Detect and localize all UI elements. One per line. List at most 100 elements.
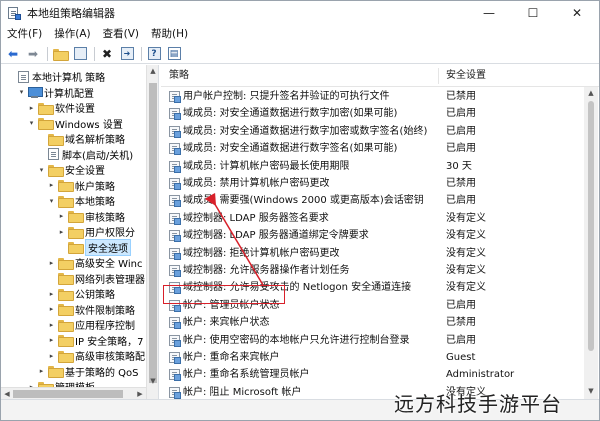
collapse-arrow-icon[interactable]: ▸: [57, 212, 66, 221]
tree-node[interactable]: ▸ 帐户策略: [47, 178, 115, 193]
policy-row[interactable]: 域成员: 禁用计算机帐户密码更改 已禁用: [161, 175, 599, 192]
collapse-arrow-icon[interactable]: ▸: [27, 103, 36, 112]
policy-name: 域成员: 禁用计算机帐户密码更改: [183, 178, 330, 189]
tree-scroll-thumb[interactable]: [149, 83, 157, 383]
tree-node[interactable]: 安全选项: [57, 238, 131, 256]
collapse-arrow-icon[interactable]: ▸: [47, 305, 56, 314]
tree-node[interactable]: ▾ 计算机配置: [17, 85, 94, 100]
policy-row[interactable]: 域控制器: 允许服务器操作者计划任务 没有定义: [161, 262, 599, 279]
folder-icon: [68, 242, 84, 254]
close-button[interactable]: ✕: [555, 1, 599, 25]
collapse-arrow-icon[interactable]: ▸: [47, 336, 56, 345]
tree-node[interactable]: ▸ 基于策略的 QoS: [37, 364, 139, 379]
policy-icon: [169, 230, 181, 243]
up-folder-icon[interactable]: [52, 46, 69, 62]
minimize-icon: —: [483, 6, 495, 20]
scroll-up-icon[interactable]: ▲: [147, 65, 159, 77]
policy-icon: [169, 334, 181, 347]
policy-row[interactable]: 域成员: 对安全通道数据进行数字加密(如果可能) 已启用: [161, 105, 599, 122]
policy-row[interactable]: 帐户: 使用空密码的本地帐户只允许进行控制台登录 已启用: [161, 332, 599, 349]
expand-arrow-icon[interactable]: ▾: [37, 165, 46, 174]
menu-help[interactable]: 帮助(H): [145, 25, 194, 44]
folder-icon: [38, 118, 54, 130]
tree-node[interactable]: ▸ 审核策略: [57, 209, 125, 224]
tree-node-label: 应用程序控制: [75, 321, 135, 332]
tree-node[interactable]: ▸ 公钥策略: [47, 286, 115, 301]
tree-node-label: 公钥策略: [75, 290, 115, 301]
policy-icon: [169, 195, 181, 208]
collapse-arrow-icon[interactable]: ▸: [47, 289, 56, 298]
menu-view[interactable]: 查看(V): [97, 25, 145, 44]
collapse-arrow-icon[interactable]: ▸: [37, 367, 46, 376]
policy-row[interactable]: 帐户: 重命名系统管理员帐户 Administrator: [161, 366, 599, 383]
forward-arrow-icon[interactable]: ➡: [25, 46, 41, 62]
export-list-icon[interactable]: ➜: [119, 46, 135, 62]
show-hide-tree-icon[interactable]: [72, 46, 88, 62]
collapse-arrow-icon[interactable]: ▸: [47, 320, 56, 329]
tree-node[interactable]: ▸ 软件设置: [27, 100, 95, 115]
policy-row[interactable]: 域成员: 对安全通道数据进行数字签名(如果可能) 已启用: [161, 140, 599, 157]
expand-arrow-icon[interactable]: ▾: [27, 119, 36, 128]
tree-node[interactable]: 域名解析策略: [37, 131, 125, 146]
column-header-policy[interactable]: 策略: [169, 65, 189, 87]
expand-arrow-icon[interactable]: ▾: [17, 88, 26, 97]
help-icon[interactable]: ?: [146, 46, 162, 62]
tree-node[interactable]: ▸ IP 安全策略，7: [47, 333, 144, 348]
policy-setting: 30 天: [446, 160, 472, 172]
collapse-arrow-icon[interactable]: ▸: [47, 351, 56, 360]
maximize-button[interactable]: ☐: [511, 1, 555, 25]
tree-hscroll-thumb[interactable]: [13, 390, 123, 398]
policy-list: 策略 安全设置 用户帐户控制: 只提升签名并验证的可执行文件 已禁用 域成员: 对安…: [161, 65, 599, 399]
tree-horizontal-scrollbar[interactable]: ◀ ▶: [1, 387, 146, 399]
column-header-setting[interactable]: 安全设置: [446, 65, 486, 87]
list-scroll-thumb[interactable]: [588, 101, 594, 351]
collapse-arrow-icon[interactable]: ▸: [47, 258, 56, 267]
tree-vertical-scrollbar[interactable]: ▲ ▼: [146, 65, 158, 399]
policy-row[interactable]: 域成员: 需要强(Windows 2000 或更高版本)会话密钥 已启用: [161, 192, 599, 209]
policy-icon: [169, 212, 181, 225]
column-divider[interactable]: [438, 68, 439, 84]
minimize-button[interactable]: —: [467, 1, 511, 25]
list-scroll-down-icon[interactable]: ▼: [584, 385, 598, 397]
properties-icon[interactable]: ▤: [166, 46, 182, 62]
collapse-arrow-icon[interactable]: ▸: [57, 227, 66, 236]
tree-node[interactable]: ▾ Windows 设置: [27, 116, 123, 131]
policy-row[interactable]: 域控制器: LDAP 服务器通道绑定令牌要求 没有定义: [161, 227, 599, 244]
policy-setting: 已禁用: [446, 317, 476, 329]
policy-setting: 已禁用: [446, 91, 476, 102]
policy-row[interactable]: 帐户: 重命名来宾帐户 Guest: [161, 349, 599, 366]
tree-node[interactable]: ▸ 软件限制策略: [47, 302, 135, 317]
tree-node[interactable]: 本地计算机 策略: [7, 69, 105, 84]
tree-node[interactable]: ▾ 安全设置: [37, 162, 105, 177]
policy-row[interactable]: 用户帐户控制: 只提升签名并验证的可执行文件 已禁用: [161, 88, 599, 105]
tree-node[interactable]: ▾ 本地策略: [47, 193, 115, 208]
scroll-down-icon[interactable]: ▼: [147, 375, 159, 387]
menu-file[interactable]: 文件(F): [1, 25, 48, 44]
tree-node-label: 高级审核策略配: [75, 352, 145, 363]
collapse-arrow-icon[interactable]: ▸: [47, 181, 56, 190]
policy-row[interactable]: 帐户: 来宾帐户状态 已禁用: [161, 314, 599, 331]
tree-node[interactable]: ▸ 高级审核策略配: [47, 348, 145, 363]
policy-row[interactable]: 域成员: 计算机帐户密码最长使用期限 30 天: [161, 158, 599, 175]
expand-arrow-icon[interactable]: ▾: [47, 196, 56, 205]
delete-icon[interactable]: ✖: [99, 46, 115, 62]
tree-node[interactable]: ▸ 用户权限分: [57, 224, 135, 239]
tree-node[interactable]: ▸ 高级安全 Winc: [47, 255, 142, 270]
tree-node[interactable]: 脚本(启动/关机): [37, 147, 133, 162]
menu-action[interactable]: 操作(A): [48, 25, 96, 44]
policy-setting: 已启用: [446, 143, 476, 155]
policy-row[interactable]: 域控制器: 拒绝计算机帐户密码更改 没有定义: [161, 245, 599, 262]
tree-node[interactable]: ▸ 应用程序控制: [47, 317, 135, 332]
policy-name: 帐户: 重命名系统管理员帐户: [183, 369, 310, 381]
tree-node[interactable]: 网络列表管理器: [47, 271, 145, 286]
toolbar: ⬅ ➡ ✖ ➜ ? ▤: [1, 44, 599, 64]
policy-name: 域成员: 对安全通道数据进行数字加密或数字签名(始终): [183, 125, 428, 137]
list-vertical-scrollbar[interactable]: ▲ ▼: [584, 87, 598, 399]
policy-row[interactable]: 域控制器: LDAP 服务器签名要求 没有定义: [161, 210, 599, 227]
policy-row[interactable]: 域成员: 对安全通道数据进行数字加密或数字签名(始终) 已启用: [161, 123, 599, 140]
back-arrow-icon[interactable]: ⬅: [5, 46, 21, 62]
window-controls: — ☐ ✕: [467, 1, 599, 25]
list-scroll-up-icon[interactable]: ▲: [584, 87, 598, 99]
